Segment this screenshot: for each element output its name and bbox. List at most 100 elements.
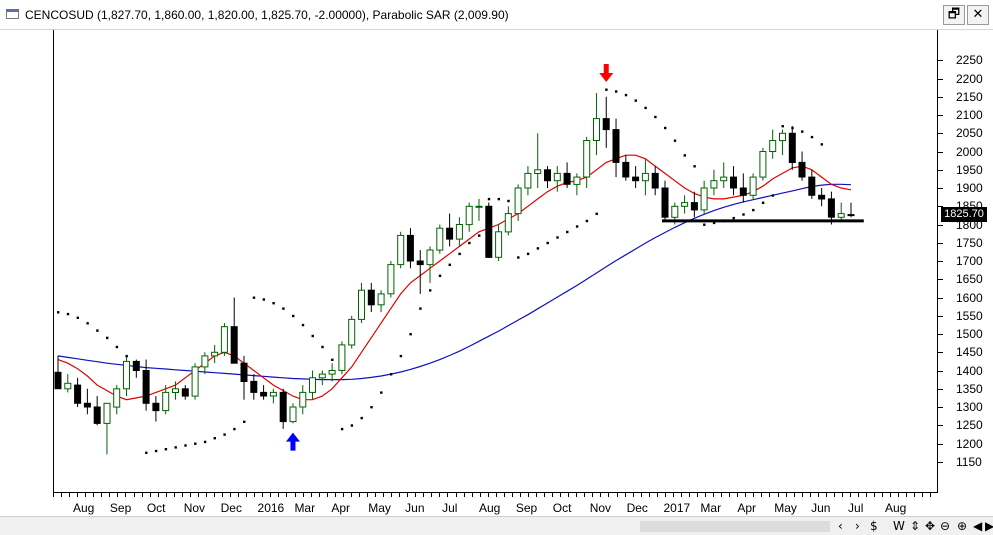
date-tick-mark <box>479 493 481 497</box>
restore-button[interactable]: 🗗 <box>943 5 965 25</box>
date-axis[interactable]: Aug Sep Oct Nov Dec 2016 Mar Apr May Jun Jul Aug Sep… <box>53 492 938 516</box>
price-axis[interactable]: 2250220021502100205020001950190018501800… <box>938 30 993 492</box>
sar-dot <box>683 154 686 157</box>
sar-dot <box>820 143 823 146</box>
nav-button-0[interactable]: ‹ <box>838 518 843 534</box>
date-tick-label: Jun <box>405 501 425 515</box>
date-tick-mark <box>270 493 272 497</box>
date-tick-label: May <box>774 501 797 515</box>
nav-button-4[interactable]: ⇕ <box>910 518 920 534</box>
horizontal-scrollbar[interactable] <box>640 521 830 532</box>
sar-dot <box>810 135 814 139</box>
date-tick-mark <box>278 493 280 497</box>
date-tick-mark <box>632 493 634 497</box>
price-tick-label: 1500 <box>956 327 983 341</box>
candle <box>818 194 826 200</box>
price-tick-mark <box>938 443 943 445</box>
price-tick-mark <box>938 188 943 189</box>
nav-button-5[interactable]: ✥ <box>925 518 935 534</box>
date-tick-mark <box>648 493 650 497</box>
candle <box>113 388 121 408</box>
sar-dot <box>380 391 383 394</box>
sar-dot <box>673 139 677 142</box>
candle <box>436 227 444 251</box>
date-tick-label: Sep <box>109 501 132 515</box>
sar-dot <box>135 365 138 369</box>
date-tick-mark <box>214 493 215 497</box>
date-tick-mark <box>141 493 143 497</box>
nav-button-1[interactable]: › <box>855 518 860 534</box>
date-tick-label: Nov <box>589 501 612 515</box>
date-tick-mark <box>688 493 690 497</box>
candle <box>847 214 855 217</box>
candle <box>495 231 503 258</box>
sar-dot <box>458 252 461 256</box>
date-tick-label: Aug <box>884 501 907 515</box>
sar-dot <box>438 274 442 277</box>
price-tick-mark <box>938 78 943 80</box>
sar-dot <box>409 333 412 336</box>
date-tick-mark <box>858 493 859 497</box>
price-tick-label: 1600 <box>956 290 983 305</box>
candle <box>250 380 258 393</box>
date-tick-mark <box>914 493 916 497</box>
nav-button-9[interactable]: ▶ <box>985 518 993 534</box>
candle <box>583 140 591 178</box>
price-tick-mark <box>938 315 943 317</box>
sar-dot <box>331 358 334 361</box>
date-tick-mark <box>713 493 715 497</box>
candle <box>837 213 845 218</box>
date-tick-mark <box>205 493 207 497</box>
date-tick-mark <box>793 493 795 497</box>
date-tick-label: Mar <box>700 501 722 515</box>
chart-plot-area[interactable] <box>53 30 938 492</box>
price-tick-label: 1150 <box>956 454 982 469</box>
candle <box>83 402 91 408</box>
date-tick-mark <box>181 493 183 497</box>
date-tick-mark <box>729 493 731 497</box>
date-tick-mark <box>447 493 449 497</box>
last-price-label: 1825.70 <box>941 207 987 223</box>
date-tick-mark <box>616 493 618 497</box>
date-tick-mark <box>576 493 578 497</box>
price-tick-label: 2150 <box>956 89 983 104</box>
candle <box>779 132 786 142</box>
candle <box>318 373 326 379</box>
price-tick-label: 1900 <box>956 181 983 195</box>
sar-dot <box>732 216 735 220</box>
date-tick-label: Mar <box>294 501 316 515</box>
date-tick-mark <box>69 493 71 497</box>
sar-dot <box>742 213 745 216</box>
candle <box>749 176 757 196</box>
price-tick-mark <box>938 242 943 244</box>
sar-dot <box>801 130 804 133</box>
sar-dot <box>468 241 471 245</box>
nav-button-2[interactable]: $ <box>870 518 878 534</box>
candle <box>367 289 375 306</box>
nav-button-8[interactable]: ◀ <box>973 518 982 534</box>
candle <box>162 391 170 412</box>
date-tick-label: Aug <box>478 501 501 515</box>
candle <box>123 360 130 390</box>
date-tick-mark <box>61 493 63 497</box>
nav-button-6[interactable]: ⊖ <box>940 518 950 534</box>
nav-button-3[interactable]: W <box>893 518 905 534</box>
date-tick-mark <box>890 493 892 497</box>
nav-button-7[interactable]: ⊕ <box>957 518 967 534</box>
price-chart[interactable] <box>54 30 939 492</box>
price-tick-mark <box>938 151 943 153</box>
date-tick-mark <box>664 493 666 497</box>
candle <box>690 202 698 211</box>
date-tick-label: Jul <box>848 501 864 515</box>
buy-arrow-icon <box>285 432 300 451</box>
date-tick-mark <box>777 493 779 497</box>
sar-dot <box>57 311 60 314</box>
date-tick-label: Nov <box>183 501 206 515</box>
sar-dot <box>213 437 216 440</box>
sar-dot <box>184 444 187 447</box>
sar-dot <box>585 219 589 223</box>
price-tick-label: 2000 <box>956 144 983 159</box>
close-button[interactable]: ✕ <box>967 5 989 25</box>
sar-dot <box>566 230 569 234</box>
date-tick-mark <box>189 493 191 497</box>
